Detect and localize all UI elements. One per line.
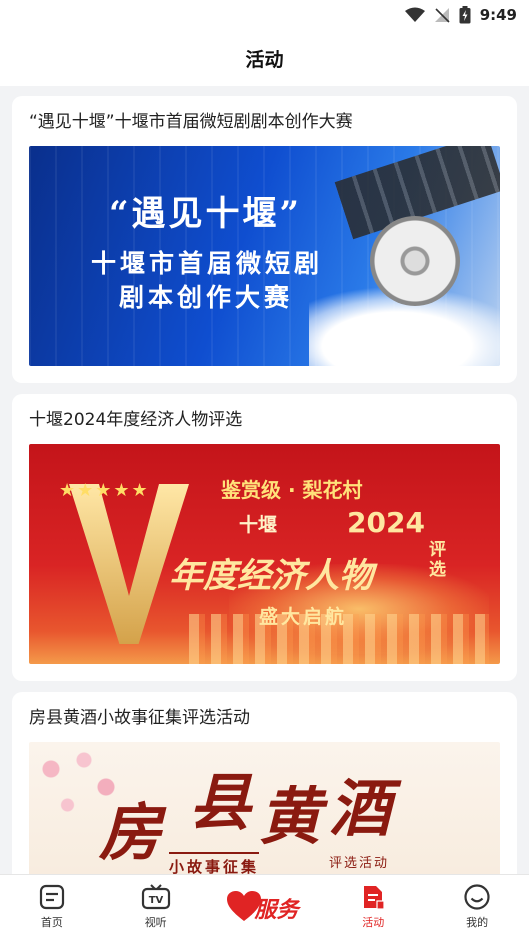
activity-title[interactable]: 房县黄酒小故事征集评选活动 (29, 704, 500, 732)
banner-headline: “遇见十堰” (109, 194, 303, 234)
banner-subtitle: 小故事征集 (169, 852, 260, 874)
header: 活动 (0, 30, 529, 86)
svg-text:TV: TV (148, 895, 163, 906)
status-time: 9:49 (479, 6, 517, 24)
banner-char: 黄 (259, 780, 322, 853)
banner-pick: 评选 (429, 540, 446, 580)
status-bar: 9:49 (0, 0, 529, 30)
smile-icon (463, 883, 491, 911)
activity-banner[interactable]: 房 县 黄 酒 小故事征集 评选活动 (29, 742, 500, 874)
activity-card[interactable]: 房县黄酒小故事征集评选活动 房 县 黄 酒 小故事征集 评选活动 (12, 692, 517, 874)
service-label: 服务 (254, 898, 299, 923)
page-title: 活动 (245, 48, 284, 71)
banner-char: 酒 (329, 772, 392, 845)
banner-char: 县 (189, 766, 252, 839)
banner-year: 2024 (347, 506, 425, 539)
banner-subtitle: 评选活动 (329, 856, 390, 871)
tab-label: 首页 (40, 916, 63, 929)
tab-label: 活动 (362, 916, 385, 929)
banner-place: 十堰 (239, 514, 278, 536)
film-reel-icon (370, 216, 460, 306)
tab-service[interactable]: 服务 (219, 883, 309, 933)
battery-icon (459, 6, 471, 24)
banner-char: 房 (99, 796, 162, 869)
banner-headline: 年度经济人物 (169, 556, 373, 596)
tab-home[interactable]: 首页 (12, 883, 92, 930)
banner-sponsor: 鉴赏级 · 梨花村 (221, 478, 363, 502)
tab-label: 视听 (144, 916, 167, 929)
no-signal-icon (434, 7, 450, 23)
home-icon (38, 883, 66, 911)
activity-card[interactable]: “遇见十堰”十堰市首届微短剧剧本创作大赛 “遇见十堰” 十堰市首届微短剧 剧本创… (12, 96, 517, 383)
activity-banner[interactable]: “遇见十堰” 十堰市首届微短剧 剧本创作大赛 (29, 146, 500, 366)
activity-title[interactable]: 十堰2024年度经济人物评选 (29, 406, 500, 434)
banner-launch: 盛大启航 (259, 606, 348, 628)
tab-profile[interactable]: 我的 (437, 883, 517, 930)
banner-subtitle: 十堰市首届微短剧 (91, 249, 324, 278)
document-icon (359, 883, 387, 911)
tv-icon: TV (141, 883, 171, 911)
tab-activities[interactable]: 活动 (333, 883, 413, 930)
tab-media[interactable]: TV 视听 (116, 883, 196, 930)
stars-icon: ★★★★★ (59, 480, 150, 501)
banner-subtitle: 剧本创作大赛 (119, 283, 294, 312)
activity-feed[interactable]: “遇见十堰”十堰市首届微短剧剧本创作大赛 “遇见十堰” 十堰市首届微短剧 剧本创… (0, 86, 529, 874)
tab-label: 我的 (466, 916, 489, 929)
activity-banner[interactable]: ★★★★★ 鉴赏级 · 梨花村 十堰 2024 年度经济人物 评选 盛大启航 (29, 444, 500, 664)
wifi-icon (404, 7, 425, 23)
bottom-tab-bar: 首页 TV 视听 服务 活动 我的 (0, 874, 529, 940)
activity-title[interactable]: “遇见十堰”十堰市首届微短剧剧本创作大赛 (29, 108, 500, 136)
activity-card[interactable]: 十堰2024年度经济人物评选 ★★★★★ 鉴赏级 · 梨花村 十堰 2024 年… (12, 394, 517, 681)
